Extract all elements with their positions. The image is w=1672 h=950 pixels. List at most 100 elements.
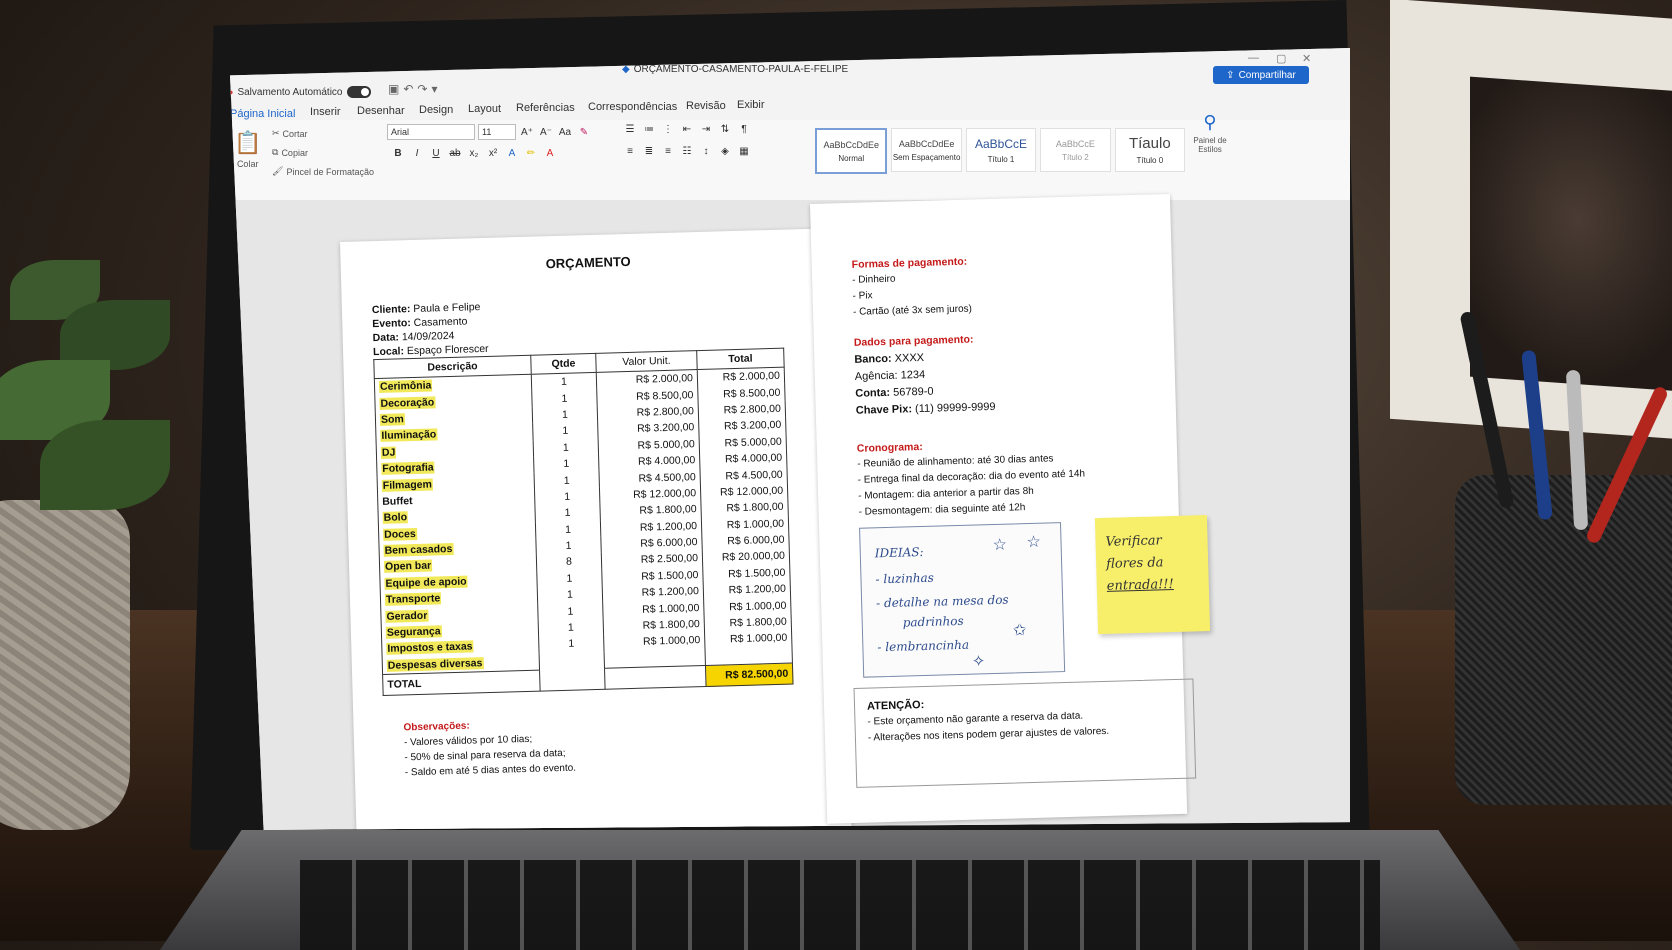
format-painter-button[interactable]: 🖌 Pincel de Formatação <box>272 166 374 177</box>
grand-total: R$ 82.500,00 <box>705 663 794 687</box>
shading-icon[interactable]: ◈ <box>717 146 733 157</box>
bold-icon[interactable]: B <box>390 148 406 159</box>
ribbon-home: 📋 Colar ✂ Cortar ⧉ Copiar 🖌 Pincel de Fo… <box>230 112 1350 201</box>
save-icon[interactable]: ▣ <box>388 82 399 96</box>
redo-icon[interactable]: ↷ <box>417 82 427 96</box>
paste-button[interactable]: 📋 Colar <box>234 130 261 169</box>
brush-icon: 🖌 <box>272 166 284 176</box>
style-title-preview: Tíaulo <box>1128 135 1171 152</box>
star-doodle-icon: ✧ <box>971 651 986 671</box>
align-left-icon[interactable]: ≡ <box>622 146 638 157</box>
cell-qty: 1 <box>535 536 602 555</box>
share-button[interactable]: ⇪ Compartilhar <box>1213 66 1309 84</box>
style-heading-2-preview: AaBbCcE <box>1055 138 1095 149</box>
styles-pane-icon: ⚲ <box>1203 112 1217 132</box>
sticky-note: Verificar flores da entrada!!! <box>1094 515 1211 635</box>
style-no-spacing-preview: AaBbCcDdEe <box>898 138 955 149</box>
tab-inserir[interactable]: Inserir <box>310 106 341 118</box>
scissors-icon: ✂ <box>272 128 280 138</box>
customize-toolbar-icon[interactable]: ▾ <box>431 82 437 96</box>
style-title[interactable]: Tíaulo Título 0 <box>1114 128 1186 172</box>
cell-qty: 1 <box>537 602 604 621</box>
pen-holder <box>1455 475 1672 805</box>
maximize-icon[interactable]: ▢ <box>1276 52 1286 65</box>
page-title: ORÇAMENTO <box>545 253 631 272</box>
line-spacing-icon[interactable]: ↕ <box>698 146 714 157</box>
style-no-spacing-name: Sem Espaçamento <box>892 152 961 162</box>
cell-qty: 8 <box>536 553 602 572</box>
underline-icon[interactable]: U <box>428 148 444 159</box>
style-normal[interactable]: AaBbCcDdEe Normal <box>815 128 888 174</box>
cell-qty: 1 <box>533 454 600 474</box>
change-case-icon[interactable]: Aa <box>557 127 573 138</box>
total-label: TOTAL <box>382 670 541 696</box>
cut-label: Cortar <box>282 128 308 139</box>
cell-qty: 1 <box>532 405 598 424</box>
highlight-icon[interactable]: ✏ <box>523 148 539 159</box>
tab-exibir[interactable]: Exibir <box>737 99 765 111</box>
borders-icon[interactable]: ▦ <box>736 146 752 157</box>
tab-desenhar[interactable]: Desenhar <box>357 105 405 117</box>
keyboard-keys <box>300 860 1380 950</box>
autosave-control[interactable]: ● Salvamento Automático <box>230 86 371 98</box>
cell-qty: 1 <box>531 389 598 408</box>
styles-pane-label: Painel de Estilos <box>1193 136 1227 154</box>
autosave-toggle[interactable] <box>346 86 371 98</box>
ideas-box: IDEIAS: ☆ ☆ - luzinhas - detalhe na mesa… <box>859 522 1066 678</box>
strikethrough-icon[interactable]: ab <box>447 148 463 159</box>
cell-qty: 1 <box>538 618 604 637</box>
budget-table[interactable]: Descrição Qtde Valor Unit. Total Cerimôn… <box>373 348 794 696</box>
bullets-icon[interactable]: ☰ <box>622 124 638 135</box>
font-name-select[interactable]: Arial <box>387 124 475 140</box>
style-heading-2[interactable]: AaBbCcE Título 2 <box>1040 128 1111 172</box>
tab-design[interactable]: Design <box>419 104 453 116</box>
copy-button[interactable]: ⧉ Copiar <box>272 147 308 158</box>
idea-line: - lembrancinha <box>877 637 970 655</box>
font-color-icon[interactable]: A <box>542 148 558 159</box>
subscript-icon[interactable]: x₂ <box>466 148 482 159</box>
text-effects-icon[interactable]: A <box>504 148 520 159</box>
numbering-icon[interactable]: ≔ <box>641 124 657 135</box>
tab-referencias[interactable]: Referências <box>516 102 575 114</box>
minimize-icon[interactable]: — <box>1248 52 1259 64</box>
style-heading-1-preview: AaBbCcE <box>975 136 1028 151</box>
italic-icon[interactable]: I <box>409 148 425 159</box>
sort-icon[interactable]: ⇅ <box>717 124 733 135</box>
font-size-select[interactable]: 11 <box>478 124 516 140</box>
clear-format-icon[interactable]: ✎ <box>576 127 592 138</box>
shrink-font-icon[interactable]: A⁻ <box>538 127 554 138</box>
style-heading-1[interactable]: AaBbCcE Título 1 <box>965 128 1037 172</box>
align-right-icon[interactable]: ≡ <box>660 146 676 157</box>
document-title-text: ORÇAMENTO-CASAMENTO-PAULA-E-FELIPE <box>633 64 849 75</box>
idea-line: - detalhe na mesa dos <box>875 592 1009 611</box>
tab-correspondencias[interactable]: Correspondências <box>588 101 677 113</box>
tab-layout[interactable]: Layout <box>468 103 501 115</box>
increase-indent-icon[interactable]: ⇥ <box>698 124 714 135</box>
payment-page[interactable]: Formas de pagamento: - Dinheiro - Pix - … <box>810 193 1211 824</box>
star-doodle-icon: ✩ <box>1012 620 1027 640</box>
close-icon[interactable]: ✕ <box>1302 52 1311 65</box>
budget-page[interactable]: ORÇAMENTO Cliente: Paula e Felipe Evento… <box>340 228 853 830</box>
justify-icon[interactable]: ☷ <box>679 146 695 157</box>
styles-pane-button[interactable]: ⚲ Painel de Estilos <box>1190 112 1230 154</box>
multilevel-list-icon[interactable]: ⋮ <box>660 124 676 135</box>
tab-revisao[interactable]: Revisão <box>686 100 726 112</box>
cell-qty: 1 <box>534 487 600 506</box>
cell-qty: 1 <box>534 471 600 490</box>
payment-methods: Formas de pagamento: - Dinheiro - Pix - … <box>851 254 973 321</box>
superscript-icon[interactable]: x² <box>485 148 501 159</box>
decrease-indent-icon[interactable]: ⇤ <box>679 124 695 135</box>
star-doodle-icon: ☆ <box>992 534 1008 555</box>
cell-qty: 1 <box>532 422 599 441</box>
pilcrow-icon[interactable]: ¶ <box>736 124 752 135</box>
observations: Observações: - Valores válidos por 10 di… <box>403 716 576 781</box>
grow-font-icon[interactable]: A⁺ <box>519 127 535 138</box>
share-label: Compartilhar <box>1238 69 1296 81</box>
style-title-name: Título 0 <box>1136 156 1164 165</box>
align-center-icon[interactable]: ≣ <box>641 146 657 157</box>
font-name-value: Arial <box>391 127 410 137</box>
cut-button[interactable]: ✂ Cortar <box>272 128 308 139</box>
undo-icon[interactable]: ↶ <box>403 82 413 96</box>
plant-pot <box>0 500 130 830</box>
style-no-spacing[interactable]: AaBbCcDdEe Sem Espaçamento <box>891 128 962 172</box>
